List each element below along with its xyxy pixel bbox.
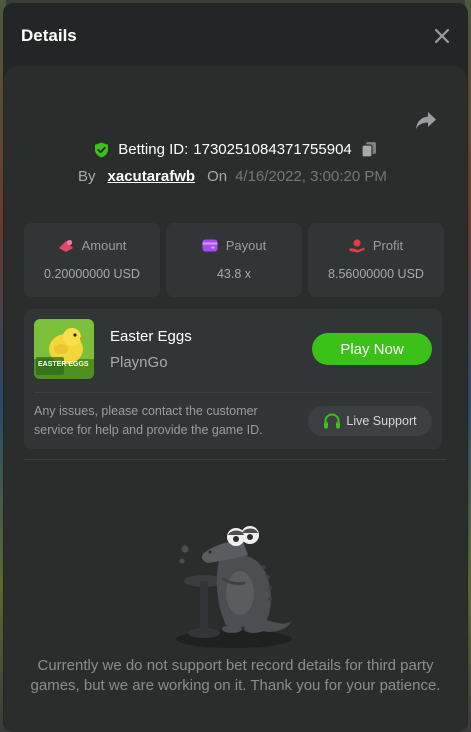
stat-amount-label: Amount	[81, 238, 127, 253]
close-icon[interactable]	[433, 27, 451, 45]
by-label: By	[78, 168, 96, 185]
crocodile-empty-state-icon	[176, 526, 292, 648]
card-divider	[34, 392, 432, 393]
play-now-button[interactable]: Play Now	[312, 333, 432, 365]
shield-check-icon	[95, 142, 109, 157]
copy-icon[interactable]	[361, 141, 377, 158]
bet-date: 4/16/2022, 3:00:20 PM	[235, 168, 387, 185]
share-icon[interactable]	[415, 111, 437, 131]
game-provider: PlaynGo	[110, 354, 168, 371]
stat-payout: Payout 43.8 x	[166, 223, 302, 297]
bet-amount-icon	[58, 239, 73, 252]
support-message: Any issues, please contact the customer …	[34, 404, 263, 437]
empty-state-message: Currently we do not support bet record d…	[30, 657, 441, 694]
username-link[interactable]: xacutarafwb	[108, 168, 196, 185]
modal-title: Details	[21, 26, 77, 45]
stat-profit: Profit 8.56000000 USD	[308, 223, 444, 297]
wallet-icon	[202, 239, 218, 252]
game-card: EASTER EGGS Easter Eggs PlaynGo Play Now…	[24, 309, 442, 449]
on-label: On	[207, 168, 228, 185]
betting-id-label: Betting ID:	[118, 141, 189, 158]
game-thumbnail[interactable]: EASTER EGGS	[34, 319, 94, 379]
section-divider	[24, 459, 447, 460]
stat-payout-value: 43.8 x	[216, 267, 252, 281]
betting-id-row: Betting ID: 1730251084371755904	[4, 141, 467, 158]
stat-payout-label: Payout	[225, 238, 267, 253]
stat-amount: Amount 0.20000000 USD	[24, 223, 160, 297]
game-name: Easter Eggs	[110, 328, 192, 345]
bet-author-row: By xacutarafwb On 4/16/2022, 3:00:20 PM	[78, 168, 387, 185]
bet-stats: Amount 0.20000000 USD Payout 43.8 x Prof…	[24, 223, 444, 297]
profit-icon	[349, 238, 365, 252]
stat-profit-value: 8.56000000 USD	[328, 267, 424, 281]
headset-icon	[324, 412, 341, 428]
live-support-button[interactable]: Live Support	[308, 406, 432, 436]
stat-profit-label: Profit	[372, 238, 404, 253]
betting-id-value: 1730251084371755904	[193, 141, 352, 158]
live-support-label: Live Support	[346, 414, 417, 428]
stat-amount-value: 0.20000000 USD	[44, 267, 140, 281]
details-panel: Betting ID: 1730251084371755904 By xacut…	[4, 66, 467, 732]
modal-header: Details	[3, 3, 468, 65]
details-modal: Details Betting ID: 1730251084371755904 …	[3, 3, 468, 732]
game-thumb-text: EASTER EGGS	[38, 361, 89, 368]
